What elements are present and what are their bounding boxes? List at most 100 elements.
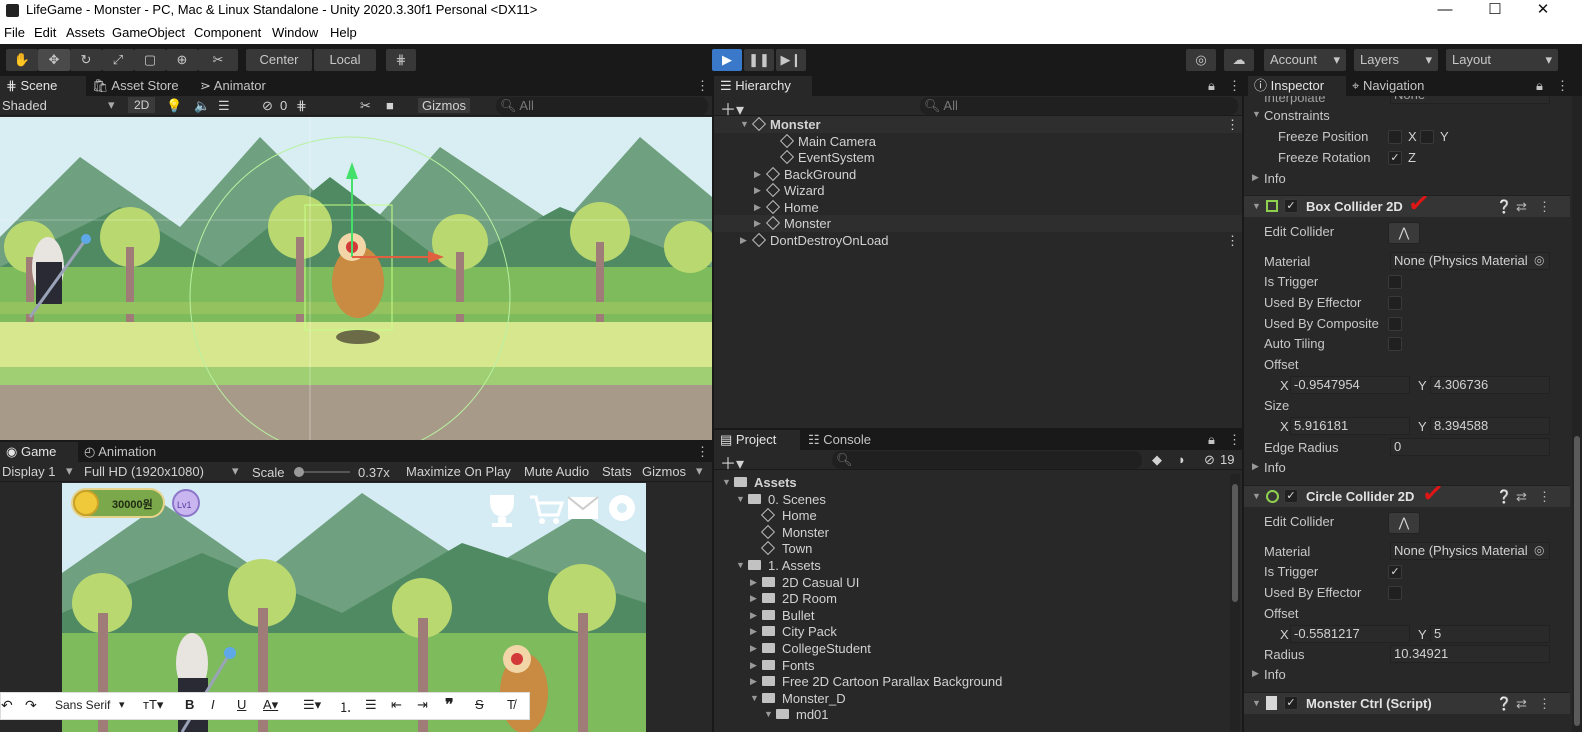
circle-collider-help-icon[interactable]: ❔ [1496,489,1512,505]
circle-material-field[interactable]: None (Physics Material [1390,542,1550,560]
project-foldout-icon[interactable]: ▶ [750,673,757,690]
scale-tool-button[interactable]: ⤢ [102,49,134,71]
project-foldout-icon[interactable]: ▼ [736,491,745,508]
mail-icon[interactable] [567,496,599,519]
circle-material-picker-icon[interactable]: ◎ [1534,543,1544,557]
circle-collider-foldout-icon[interactable]: ▼ [1252,491,1261,501]
box-collider-menu-icon[interactable]: ⋮ [1538,199,1551,215]
project-scrollbar-thumb[interactable] [1232,484,1238,602]
freeze-position-y-checkbox[interactable] [1420,130,1434,144]
box-is-trigger-checkbox[interactable] [1388,275,1402,289]
circle-collider-header[interactable]: ▼ ✓ Circle Collider 2D ✓ ❔ ⇄ ⋮ [1244,477,1570,509]
hierarchy-foldout-icon[interactable]: ▶ [754,199,761,216]
scene-viewport[interactable] [0,117,712,440]
circle-edit-collider-button[interactable]: ⋀ [1388,512,1420,534]
freeze-rotation-z-checkbox[interactable]: ✓ [1388,151,1402,165]
inspector-scrollbar[interactable] [1572,96,1582,732]
project-item[interactable]: ▶ Fonts [714,657,1230,674]
strikethrough-icon[interactable]: S [475,697,484,712]
scale-slider[interactable] [294,467,350,477]
tab-animation[interactable]: ◴ Animation [78,442,178,462]
inspector-lock-icon[interactable]: 🔒︎ [1530,76,1548,96]
step-button[interactable]: ▶❙ [776,49,806,71]
account-dropdown[interactable]: Account ▾ [1264,49,1346,71]
hidden-objects-icon[interactable]: ⊘ [262,98,273,114]
undo-icon[interactable]: ↶ [1,697,13,714]
minimize-button[interactable]: — [1422,0,1468,22]
font-size-icon[interactable]: тТ▾ [143,697,163,713]
scene-menu-icon[interactable]: ⋮ [1226,232,1239,249]
clear-format-icon[interactable]: T̸ [507,697,515,712]
audio-toggle-icon[interactable]: 🔈 [194,98,210,114]
project-lock-icon[interactable]: 🔒︎ [1202,430,1220,450]
settings-icon[interactable] [609,495,635,521]
circle-is-trigger-checkbox[interactable]: ✓ [1388,565,1402,579]
menu-assets[interactable]: Assets [66,25,105,40]
project-foldout-icon[interactable]: ▼ [736,557,745,574]
ordered-list-icon[interactable]: ⒈ [339,697,352,716]
menu-edit[interactable]: Edit [34,25,56,40]
box-size-x-input[interactable]: 5.916181 [1290,417,1410,435]
menu-component[interactable]: Component [194,25,261,40]
hierarchy-item[interactable]: ▶ Monster [714,215,1242,232]
text-color-icon[interactable]: A▾ [263,697,278,713]
menu-file[interactable]: File [4,25,25,40]
bullet-list-icon[interactable]: ☰ [365,697,377,713]
lighting-toggle-icon[interactable]: 💡 [166,98,182,114]
circle-collider-menu-icon[interactable]: ⋮ [1538,489,1551,505]
freeze-position-x-checkbox[interactable] [1388,130,1402,144]
project-foldout-icon[interactable]: ▼ [750,690,759,707]
move-tool-button[interactable]: ✥ [38,49,70,71]
tab-asset-store[interactable]: 🛍 Asset Store [86,76,194,96]
tab-game[interactable]: ◉ Game [0,442,78,462]
info-foldout-icon[interactable]: ▶ [1252,172,1259,183]
grid-snap-button[interactable]: ⋕ [386,49,416,71]
project-item[interactable]: Town [714,540,1230,557]
tools-icon[interactable]: ✂ [360,98,371,114]
circle-offset-y-input[interactable]: 5 [1430,625,1550,643]
redo-icon[interactable]: ↷ [25,697,37,714]
scene-menu-icon[interactable]: ⋮ [690,76,710,96]
search-by-label-icon[interactable]: ◗ [1178,452,1186,467]
box-auto-tiling-checkbox[interactable] [1388,337,1402,351]
box-edge-radius-input[interactable]: 0 [1390,438,1550,456]
project-item[interactable]: ▶ Free 2D Cartoon Parallax Background [714,673,1230,690]
shading-dropdown[interactable]: Shaded [2,98,47,113]
hidden-packages-icon[interactable]: ⊘ [1204,452,1215,468]
hierarchy-foldout-icon[interactable]: ▶ [754,182,761,199]
scale-slider-handle[interactable] [294,467,304,477]
project-foldout-icon[interactable]: ▶ [750,623,757,640]
layers-dropdown[interactable]: Layers ▾ [1354,49,1438,71]
grid-toggle-icon[interactable]: ⋕ [296,98,307,114]
constraints-foldout-icon[interactable]: ▼ [1252,109,1261,119]
project-item[interactable]: ▼ md01 [714,706,1230,723]
project-search-input[interactable]: 🔍︎ [832,451,1142,469]
circle-collider-preset-icon[interactable]: ⇄ [1516,489,1527,505]
hierarchy-foldout-icon[interactable]: ▶ [754,215,761,232]
project-item[interactable]: ▶ Bullet [714,607,1230,624]
hierarchy-item[interactable]: ▼ Monster ⋮ [714,116,1242,133]
hierarchy-item[interactable]: ▶ BackGround [714,166,1242,183]
hierarchy-foldout-icon[interactable]: ▼ [740,116,749,133]
hierarchy-menu-icon[interactable]: ⋮ [1222,76,1241,96]
interpolate-dropdown[interactable]: None [1390,96,1550,104]
custom-tool-button[interactable]: ✂ [198,49,238,71]
transform-tool-button[interactable]: ⊕ [166,49,198,71]
project-item[interactable]: ▶ 2D Room [714,590,1230,607]
circle-collider-enabled-checkbox[interactable]: ✓ [1284,489,1298,503]
box-used-by-effector-checkbox[interactable] [1388,296,1402,310]
project-foldout-icon[interactable]: ▶ [750,590,757,607]
effects-toggle-icon[interactable]: ☰ [218,98,230,114]
circle-radius-input[interactable]: 10.34921 [1390,645,1550,663]
tab-scene[interactable]: ⋕ Scene [0,76,86,96]
monster-ctrl-help-icon[interactable]: ❔ [1496,696,1512,712]
box-collider-header[interactable]: ▼ ✓ Box Collider 2D ✓ ❔ ⇄ ⋮ [1244,187,1570,219]
inspector-menu-icon[interactable]: ⋮ [1550,76,1569,96]
tab-console[interactable]: ☷ Console [802,430,888,450]
project-item[interactable]: ▼ Assets [714,474,1230,491]
box-edit-collider-button[interactable]: ⋀ [1388,222,1420,244]
stats-toggle[interactable]: Stats [602,464,632,479]
monster-ctrl-foldout-icon[interactable]: ▼ [1252,698,1261,708]
search-by-type-icon[interactable]: ◆ [1152,452,1162,468]
mute-audio-toggle[interactable]: Mute Audio [524,464,589,479]
